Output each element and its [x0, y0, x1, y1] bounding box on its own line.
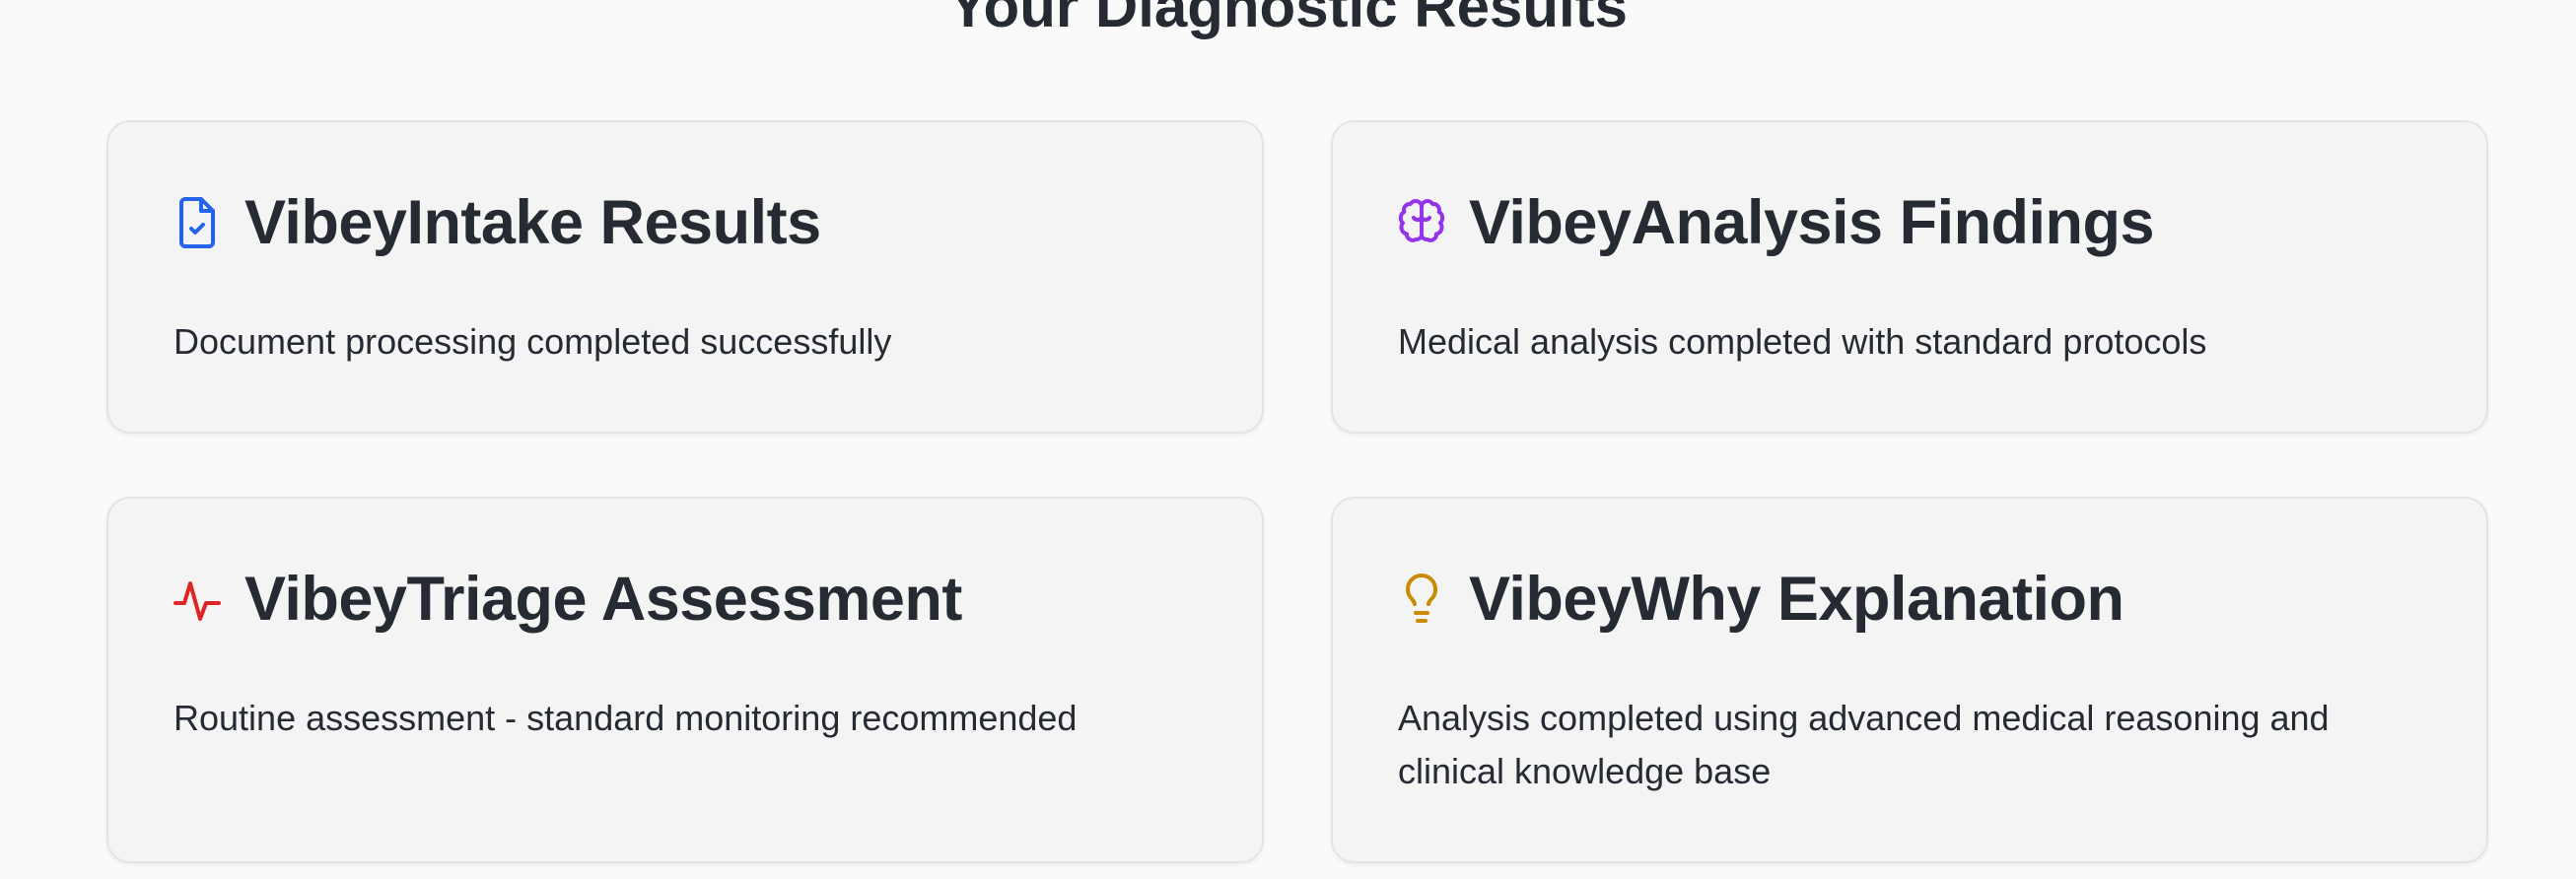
card-title: VibeyAnalysis Findings — [1469, 188, 2155, 257]
card-description: Medical analysis completed with standard… — [1398, 321, 2207, 362]
card-description: Routine assessment - standard monitoring… — [174, 698, 1078, 738]
activity-icon — [174, 572, 221, 627]
why-explanation-card: VibeyWhy Explanation Analysis completed … — [1331, 497, 2488, 863]
card-title: VibeyIntake Results — [244, 188, 821, 257]
card-description: Analysis completed using advanced medica… — [1398, 698, 2330, 791]
card-header: VibeyIntake Results — [174, 183, 821, 262]
card-header: VibeyAnalysis Findings — [1398, 183, 2155, 262]
card-title: VibeyWhy Explanation — [1469, 565, 2124, 634]
lightbulb-icon — [1398, 572, 1445, 627]
card-header: VibeyTriage Assessment — [174, 560, 962, 639]
intake-results-card: VibeyIntake Results Document processing … — [106, 120, 1264, 434]
card-title: VibeyTriage Assessment — [244, 565, 962, 634]
analysis-findings-card: VibeyAnalysis Findings Medical analysis … — [1331, 120, 2488, 434]
card-description: Document processing completed successful… — [174, 321, 892, 362]
page-title: Your Diagnostic Results — [947, 0, 1628, 39]
triage-assessment-card: VibeyTriage Assessment Routine assessmen… — [106, 497, 1264, 863]
file-check-icon — [174, 195, 221, 250]
card-header: VibeyWhy Explanation — [1398, 560, 2124, 639]
brain-icon — [1398, 195, 1445, 250]
